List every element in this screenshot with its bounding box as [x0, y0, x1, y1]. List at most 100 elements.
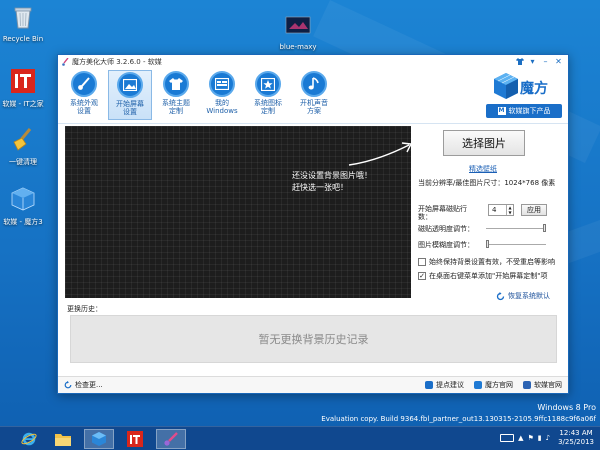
desktop-icon-ithome[interactable]: 软媒 - IT之家 — [0, 68, 46, 109]
tab-label-line1: 系统图标 — [254, 99, 282, 107]
image-blur-label: 图片模糊度调节： — [418, 241, 474, 249]
tab-system-theme[interactable]: 系统主题 定制 — [154, 70, 198, 120]
ruanmei-website-link[interactable]: 软媒官网 — [523, 380, 562, 390]
picture-icon — [117, 72, 143, 98]
tab-label-line2: 设置 — [77, 107, 91, 115]
mofang-site-icon — [474, 381, 482, 389]
flag-icon[interactable]: ⚑ — [527, 434, 533, 442]
app-brush-icon — [62, 57, 69, 66]
taskbar: ▲ ⚑ ▮ ♪ 12:43 AM 3/25/2013 — [0, 426, 600, 450]
keep-setting-label: 始终保持背景设置有效，不受重启等影响 — [429, 258, 555, 266]
desktop-icon-label: 一键清理 — [9, 158, 37, 166]
internet-explorer-icon — [21, 432, 37, 446]
system-tray: ▲ ⚑ ▮ ♪ 12:43 AM 3/25/2013 — [500, 429, 594, 447]
tile-rows-value: 4 — [492, 206, 497, 214]
tab-label-line2: 方案 — [307, 107, 321, 115]
taskbar-mofang[interactable] — [84, 429, 114, 449]
folder-icon — [55, 434, 71, 446]
skin-shirt-icon[interactable] — [513, 56, 526, 67]
tab-system-appearance[interactable]: 系统外观 设置 — [62, 70, 106, 120]
restore-default-label: 恢复系统默认 — [508, 292, 550, 300]
desktop-icon-blue-maxy[interactable]: blue-maxy — [273, 12, 323, 51]
tab-label-line2: 定制 — [261, 107, 275, 115]
star-icon — [255, 71, 281, 97]
start-screen-preview: 还没设置背景图片哦！ 赶快选一张吧！ — [65, 126, 413, 298]
volume-icon[interactable]: ♪ — [546, 434, 550, 442]
ruanmei-products-button[interactable]: M 软媒旗下产品 — [486, 104, 562, 118]
tile-opacity-label: 磁贴透明度调节： — [418, 225, 474, 233]
history-empty-text: 暂无更换背景历史记录 — [258, 333, 369, 346]
clock[interactable]: 12:43 AM 3/25/2013 — [558, 429, 594, 447]
slider-knob[interactable] — [543, 224, 546, 232]
menu-icon[interactable]: ▾ — [526, 56, 539, 67]
resolution-info: 当前分辨率/最佳图片尺寸：1024*768 像素 — [418, 179, 556, 187]
feedback-label: 提点建议 — [436, 381, 464, 389]
tile-rows-stepper[interactable]: 4 ▲ ▼ — [488, 204, 514, 216]
network-icon[interactable]: ▮ — [538, 434, 542, 442]
restore-default-button[interactable]: 恢复系统默认 — [496, 291, 550, 301]
ithome-logo-icon — [11, 69, 35, 93]
refresh-icon — [496, 291, 505, 300]
keep-setting-checkbox[interactable] — [418, 258, 426, 266]
context-menu-checkbox[interactable]: ✓ — [418, 272, 426, 280]
feedback-icon — [425, 381, 433, 389]
tile-opacity-slider[interactable] — [486, 224, 546, 232]
desktop-icon-mofang3[interactable]: 软媒 - 魔方3 — [0, 186, 46, 227]
preview-message-line2: 赶快选一张吧！ — [292, 183, 348, 192]
window-title: 魔方美化大师 3.2.6.0 - 软媒 — [72, 57, 162, 66]
tab-label-line1: 开始屏幕 — [116, 100, 144, 108]
taskbar-explorer[interactable] — [48, 429, 78, 449]
stepper-down-icon[interactable]: ▼ — [508, 210, 511, 215]
taskbar-ie[interactable] — [14, 429, 44, 449]
taskbar-ithome[interactable] — [120, 429, 150, 449]
ruanmei-site-icon — [523, 381, 531, 389]
apply-button[interactable]: 应用 — [521, 204, 547, 216]
desktop-icon-label: 软媒 - 魔方3 — [3, 218, 43, 226]
evaluation-build-watermark: Evaluation copy. Build 9364.fbl_partner_… — [321, 415, 596, 423]
featured-wallpaper-link[interactable]: 精选壁纸 — [469, 164, 497, 174]
title-bar[interactable]: 魔方美化大师 3.2.6.0 - 软媒 ▾ – ✕ — [58, 55, 568, 68]
tab-my-windows[interactable]: 我的 Windows — [200, 70, 244, 120]
close-icon[interactable]: ✕ — [552, 56, 565, 67]
minimize-icon[interactable]: – — [539, 56, 552, 67]
keep-setting-option[interactable]: 始终保持背景设置有效，不受重启等影响 — [418, 257, 555, 267]
clock-date: 3/25/2013 — [558, 438, 594, 446]
tab-system-icons[interactable]: 系统图标 定制 — [246, 70, 290, 120]
ruanmei-products-label: 软媒旗下产品 — [508, 107, 551, 115]
slider-knob[interactable] — [486, 240, 489, 248]
tab-label-line1: 开机声音 — [300, 99, 328, 107]
desktop-icon-recycle-bin[interactable]: Recycle Bin — [0, 4, 46, 43]
keyboard-icon[interactable] — [500, 434, 515, 442]
tab-boot-sound[interactable]: 开机声音 方案 — [292, 70, 336, 120]
ruanmei-website-label: 软媒官网 — [534, 381, 562, 389]
tab-label-line2: 定制 — [169, 107, 183, 115]
image-file-icon — [285, 16, 311, 34]
brush-icon — [71, 71, 97, 97]
tab-label-line2: 设置 — [123, 108, 137, 116]
curved-arrow-icon — [348, 142, 413, 166]
feedback-link[interactable]: 提点建议 — [425, 380, 464, 390]
mofang-cube-icon — [92, 432, 106, 446]
history-title: 更换历史： — [67, 305, 102, 313]
windows-edition-watermark: Windows 8 Pro — [537, 403, 596, 412]
status-bar: 检查更... 提点建议 魔方官网 软媒官网 — [58, 376, 568, 393]
music-note-icon — [301, 71, 327, 97]
window-icon — [209, 71, 235, 97]
desktop-icon-cleanup[interactable]: 一键清理 — [0, 126, 46, 167]
tab-label-line2: Windows — [206, 107, 238, 115]
preview-message-line1: 还没设置背景图片哦！ — [292, 171, 372, 180]
logo-name: 魔方 — [520, 81, 548, 97]
image-blur-slider[interactable] — [486, 240, 546, 248]
broom-icon — [13, 128, 32, 151]
context-menu-option[interactable]: ✓ 在桌面右键菜单添加"开始屏幕定制"项 — [418, 271, 547, 281]
tray-expand-icon[interactable]: ▲ — [518, 434, 523, 442]
taskbar-mofang-beautify[interactable] — [156, 429, 186, 449]
brush-icon — [164, 432, 178, 446]
tab-start-screen[interactable]: 开始屏幕 设置 — [108, 70, 152, 120]
select-image-button[interactable]: 选择图片 — [443, 130, 525, 156]
check-update-button[interactable]: 检查更... — [64, 380, 103, 390]
mofang-website-link[interactable]: 魔方官网 — [474, 380, 513, 390]
clock-time: 12:43 AM — [559, 429, 593, 437]
preview-message: 还没设置背景图片哦！ 赶快选一张吧！ — [292, 170, 372, 194]
tile-rows-label-cont: 数： — [418, 213, 432, 221]
